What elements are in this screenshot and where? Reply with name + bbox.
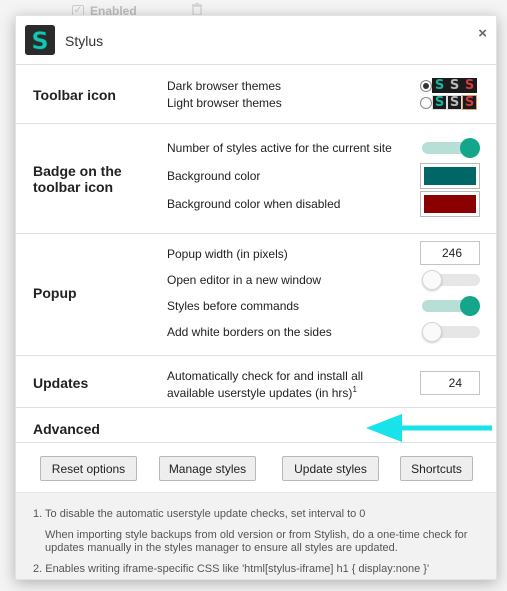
footnotes: 1. To disable the automatic userstyle up…: [16, 492, 496, 579]
badge-disabled-color-label: Background color when disabled: [167, 197, 341, 211]
section-updates: Updates Automatically check for and inst…: [16, 355, 496, 407]
reset-options-button[interactable]: Reset options: [40, 456, 137, 481]
update-interval-label: Automatically check for and install all …: [167, 369, 363, 400]
white-borders-toggle[interactable]: [422, 322, 480, 342]
background-trash-icon: [192, 2, 202, 16]
section-label-updates: Updates: [33, 375, 89, 391]
footnote-ref: 1: [352, 385, 357, 394]
svg-text:S: S: [31, 27, 48, 55]
section-label-advanced[interactable]: Advanced: [33, 421, 100, 437]
badge-count-label: Number of styles active for the current …: [167, 141, 392, 155]
update-interval-label-line1: Automatically check for and install all: [167, 369, 364, 383]
update-interval-input[interactable]: 24: [420, 371, 480, 395]
options-dialog: S Stylus × Toolbar icon Dark browser the…: [15, 15, 497, 580]
stylus-logo-icon: S: [25, 25, 55, 55]
icon-preview-active: S: [432, 78, 447, 93]
close-button[interactable]: ×: [478, 25, 487, 42]
light-theme-radio[interactable]: [420, 96, 432, 109]
section-badge: Badge on the toolbar icon Number of styl…: [16, 123, 496, 233]
editor-new-window-toggle[interactable]: [422, 270, 480, 290]
section-toolbar-icon: Toolbar icon Dark browser themes Light b…: [16, 64, 496, 123]
white-borders-label: Add white borders on the sides: [167, 325, 332, 339]
section-label-toolbar-icon: Toolbar icon: [33, 87, 116, 103]
badge-color-picker[interactable]: [420, 163, 480, 189]
styles-before-commands-label: Styles before commands: [167, 299, 300, 313]
editor-new-window-label: Open editor in a new window: [167, 273, 322, 287]
footnote-1: 1. To disable the automatic userstyle up…: [33, 508, 366, 520]
icon-preview-disabled: S: [447, 95, 462, 110]
section-label-badge: Badge on the toolbar icon: [33, 163, 122, 195]
update-interval-label-line2: available userstyle updates (in hrs)1: [167, 383, 363, 400]
badge-disabled-color-picker[interactable]: [420, 191, 480, 217]
badge-color-label: Background color: [167, 169, 261, 183]
annotation-arrow-icon: [366, 414, 492, 442]
popup-width-label: Popup width (in pixels): [167, 247, 288, 261]
manage-styles-button[interactable]: Manage styles: [159, 456, 256, 481]
icon-preview-error: S: [462, 78, 477, 93]
section-popup: Popup Popup width (in pixels) 246 Open e…: [16, 233, 496, 355]
icon-preview-active: S: [432, 95, 447, 110]
icon-preview-error: S: [462, 95, 477, 110]
title-bar: S Stylus ×: [16, 16, 496, 64]
icon-preview-disabled: S: [447, 78, 462, 93]
dark-theme-radio[interactable]: [420, 79, 432, 92]
section-label-badge-line1: Badge on the: [33, 163, 122, 179]
section-label-badge-line2: toolbar icon: [33, 179, 114, 195]
dark-theme-option[interactable]: S S S: [420, 78, 477, 93]
badge-count-toggle[interactable]: [422, 138, 480, 158]
popup-width-input[interactable]: 246: [420, 241, 480, 265]
light-theme-option[interactable]: S S S: [420, 95, 477, 110]
dialog-title: Stylus: [65, 33, 104, 49]
update-styles-button[interactable]: Update styles: [282, 456, 379, 481]
update-interval-label-text: available userstyle updates (in hrs): [167, 386, 353, 400]
section-label-popup: Popup: [33, 285, 77, 301]
light-theme-label: Light browser themes: [167, 96, 282, 110]
shortcuts-button[interactable]: Shortcuts: [400, 456, 473, 481]
footnote-2: 2. Enables writing iframe-specific CSS l…: [33, 563, 430, 575]
dark-theme-label: Dark browser themes: [167, 79, 282, 93]
styles-before-commands-toggle[interactable]: [422, 296, 480, 316]
footnote-1-detail: When importing style backups from old ve…: [45, 529, 468, 554]
